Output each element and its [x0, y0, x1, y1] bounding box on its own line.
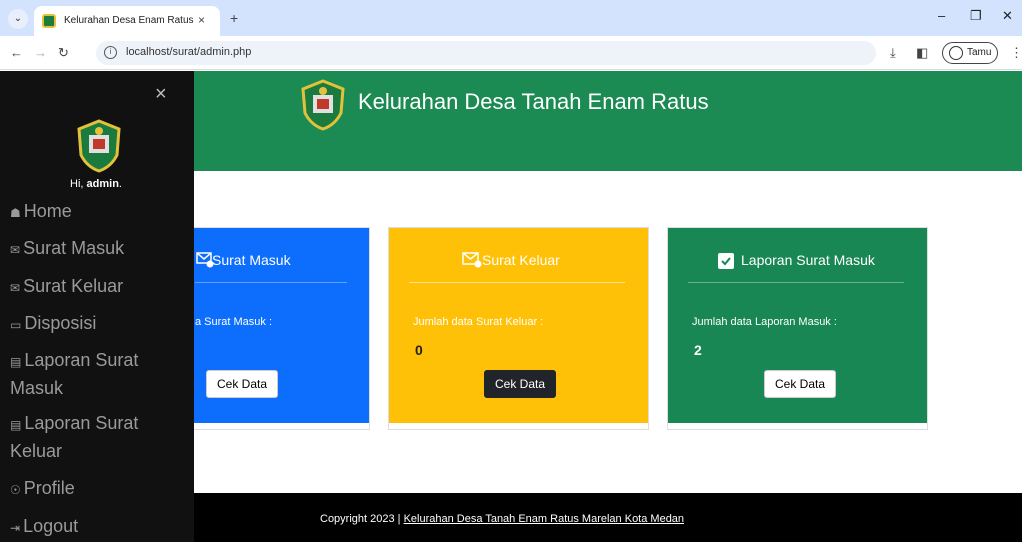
site-favicon-icon: [42, 14, 56, 28]
profile-button[interactable]: Tamu: [942, 42, 998, 64]
greeting: Hi, admin.: [70, 178, 122, 190]
card-divider: [688, 282, 904, 283]
profile-label: Tamu: [967, 47, 992, 58]
page-title: Kelurahan Desa Tanah Enam Ratus: [358, 89, 709, 114]
envelope-plus-icon: [462, 252, 482, 268]
sidebar-item-home[interactable]: ☗ Home: [10, 198, 72, 226]
sidebar-item-label: Disposisi: [24, 313, 97, 333]
card-surat-keluar: Surat Keluar Jumlah data Surat Keluar : …: [388, 227, 649, 430]
browser-tab[interactable]: Kelurahan Desa Enam Ratus ×: [34, 6, 220, 36]
tab-search-chevron-down-icon[interactable]: ⌄: [8, 9, 28, 29]
tab-title: Kelurahan Desa Enam Ratus: [64, 15, 194, 26]
footer-link[interactable]: Kelurahan Desa Tanah Enam Ratus Marelan …: [404, 513, 684, 525]
greeting-suffix: .: [118, 178, 122, 190]
minimize-icon[interactable]: –: [938, 8, 945, 23]
sidebar-item-label: Logout: [23, 516, 79, 536]
sidebar-item-label: Laporan Surat Keluar: [10, 413, 139, 461]
address-toolbar: ← → ↻ i localhost/surat/admin.php ⤓ ◧ Ta…: [0, 36, 1022, 70]
browser-tab-strip: ⌄ Kelurahan Desa Enam Ratus × + – ❐ ✕: [0, 0, 1022, 36]
card-count: 0: [415, 342, 423, 358]
card-icon: ▭: [10, 318, 22, 332]
site-info-icon[interactable]: i: [104, 46, 117, 59]
bookmark-check-icon: [718, 253, 734, 269]
card-title: Surat Masuk: [212, 252, 291, 268]
url-text[interactable]: localhost/surat/admin.php: [126, 46, 251, 58]
card-laporan-surat-masuk: Laporan Surat Masuk Jumlah data Laporan …: [667, 227, 928, 430]
card-count: 2: [694, 342, 702, 358]
reload-icon[interactable]: ↻: [58, 45, 69, 61]
logout-icon: ⇥: [10, 521, 21, 535]
card-divider: [409, 282, 625, 283]
back-icon[interactable]: ←: [10, 45, 23, 60]
sidebar-item-surat-keluar[interactable]: ✉ Surat Keluar: [10, 273, 123, 301]
profile-icon: [949, 46, 963, 60]
card-title: Laporan Surat Masuk: [741, 252, 875, 268]
sidebar-item-logout[interactable]: ⇥ Logout: [10, 513, 78, 541]
copyright-text: Copyright 2023 | Kelurahan Desa Tanah En…: [320, 513, 684, 525]
card-footer: [389, 423, 648, 429]
restore-icon[interactable]: ❐: [970, 8, 982, 24]
card-divider: [195, 282, 347, 283]
sidebar-item-laporan-surat-masuk[interactable]: ▤ Laporan Surat Masuk: [10, 347, 180, 401]
side-panel-icon[interactable]: ◧: [916, 45, 928, 61]
envelope-icon: ✉: [10, 243, 21, 257]
copyright-prefix: Copyright 2023 |: [320, 513, 404, 525]
home-icon: ☗: [10, 206, 21, 220]
close-window-icon[interactable]: ✕: [1002, 8, 1013, 24]
page-header: Kelurahan Desa Tanah Enam Ratus: [194, 71, 1022, 171]
envelope-icon: ✉: [10, 281, 21, 295]
card-title: Surat Keluar: [482, 252, 560, 268]
forward-icon[interactable]: →: [34, 45, 47, 60]
cek-data-button[interactable]: Cek Data: [484, 370, 557, 398]
new-tab-plus-icon[interactable]: +: [230, 10, 238, 26]
sidebar-item-surat-masuk[interactable]: ✉ Surat Masuk: [10, 235, 124, 263]
sidebar-item-label: Home: [23, 201, 72, 221]
card-footer: [668, 423, 927, 429]
sidebar-item-label: Laporan Surat Masuk: [10, 350, 139, 398]
sidebar-close-icon[interactable]: ×: [155, 83, 167, 106]
sidebar-item-label: Profile: [23, 478, 75, 498]
cek-data-button[interactable]: Cek Data: [206, 370, 279, 398]
report-icon: ▤: [10, 418, 22, 432]
sidebar-item-label: Surat Masuk: [23, 238, 125, 258]
sidebar-item-disposisi[interactable]: ▭ Disposisi: [10, 310, 96, 338]
sidebar-item-label: Surat Keluar: [23, 276, 124, 296]
page-footer: Copyright 2023 | Kelurahan Desa Tanah En…: [194, 493, 1022, 542]
logo-emblem-icon: [77, 119, 121, 173]
user-icon: ☉: [10, 483, 21, 497]
card-label: Jumlah data Laporan Masuk :: [692, 316, 837, 328]
download-icon[interactable]: ⤓: [890, 45, 896, 61]
card-label: a Surat Masuk :: [195, 316, 273, 328]
tab-close-icon[interactable]: ×: [198, 13, 205, 27]
greeting-prefix: Hi,: [70, 178, 84, 190]
more-menu-icon[interactable]: ⋮: [1010, 45, 1022, 61]
card-label: Jumlah data Surat Keluar :: [413, 316, 544, 328]
sidebar-item-laporan-surat-keluar[interactable]: ▤ Laporan Surat Keluar: [10, 410, 180, 464]
address-bar[interactable]: i localhost/surat/admin.php: [96, 41, 876, 65]
cek-data-button[interactable]: Cek Data: [764, 370, 837, 398]
sidebar-item-profile[interactable]: ☉ Profile: [10, 475, 75, 503]
username: admin: [86, 178, 119, 190]
logo-emblem-icon: [301, 79, 345, 131]
report-icon: ▤: [10, 355, 22, 369]
sidebar: × Hi, admin. ☗ Home ✉ Surat Masuk ✉ Surat K…: [0, 71, 194, 542]
